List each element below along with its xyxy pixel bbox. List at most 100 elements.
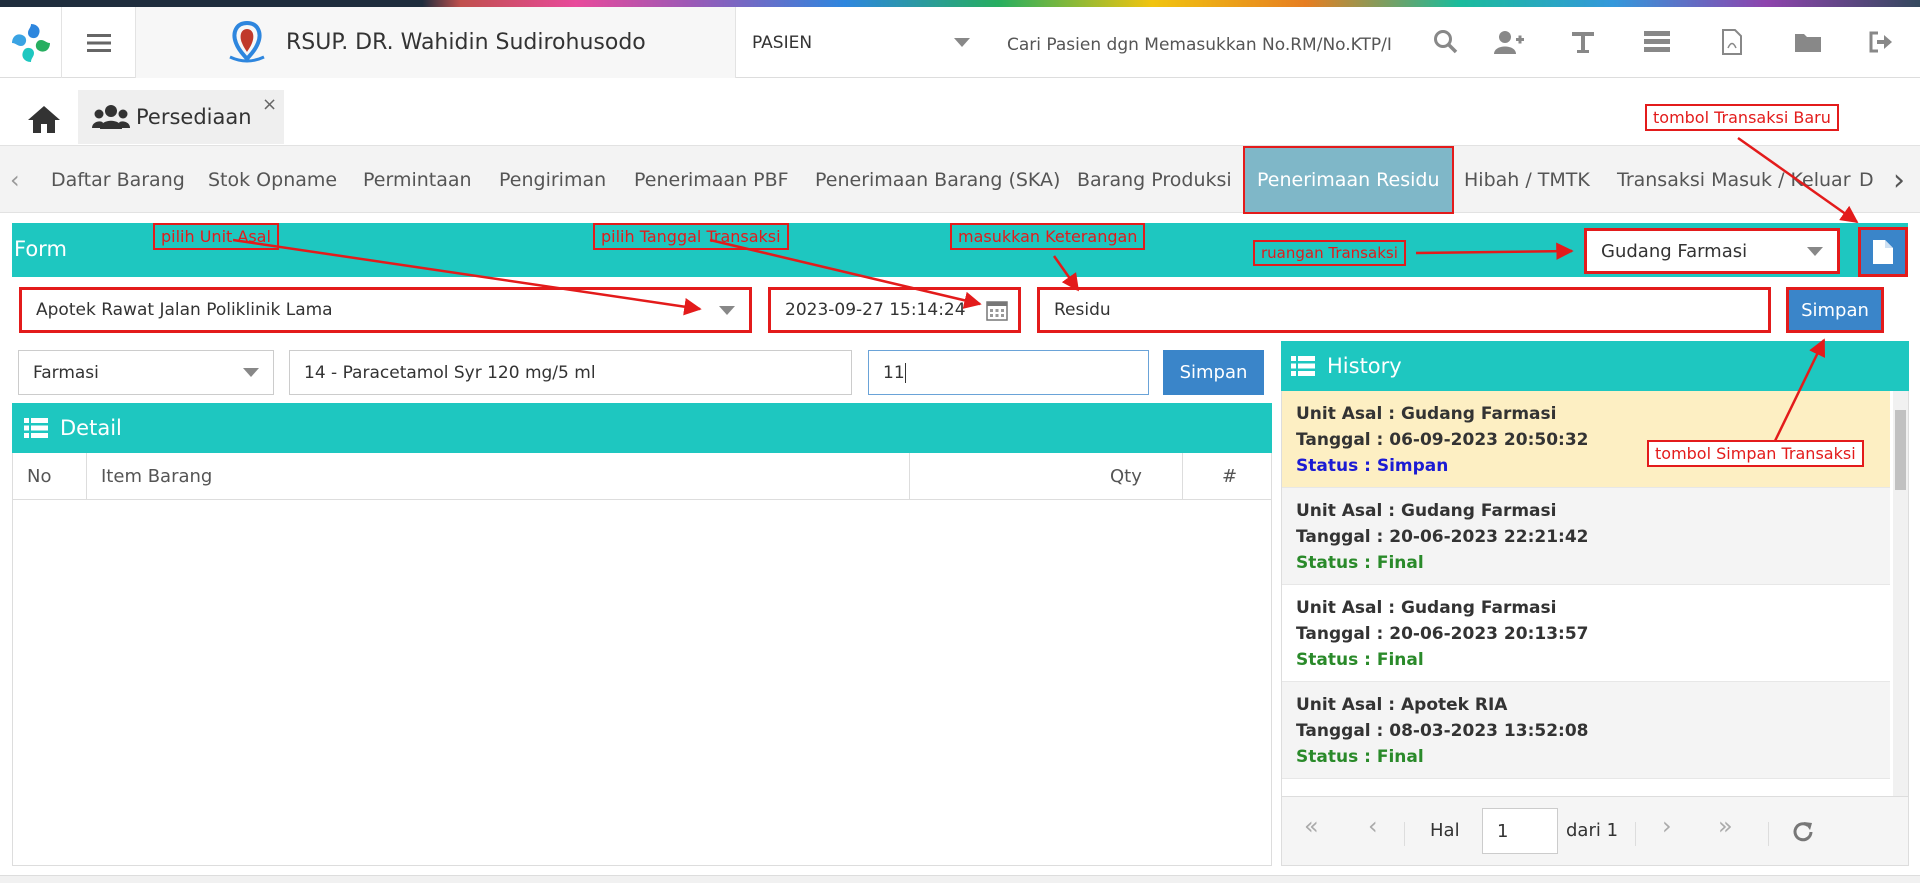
history-date: Tanggal : 20-06-2023 22:21:42: [1296, 527, 1589, 547]
pdf-button[interactable]: [1717, 27, 1747, 57]
history-status: Status : Final: [1296, 650, 1424, 670]
nav-prev-icon[interactable]: ‹: [10, 146, 20, 214]
search-button[interactable]: [1431, 27, 1461, 57]
new-transaction-button[interactable]: [1858, 227, 1908, 277]
column-no: No: [27, 465, 52, 487]
barang-value: 14 - Paracetamol Syr 120 mg/5 ml: [304, 362, 596, 383]
first-page-icon[interactable]: «: [1304, 812, 1319, 840]
patient-search-input[interactable]: Cari Pasien dgn Memasukkan No.RM/No.KTP/…: [1007, 35, 1407, 55]
nav-penerimaan-barang-ska[interactable]: Penerimaan Barang (SKA): [815, 146, 1060, 214]
form-title: Form: [14, 237, 67, 261]
annotation-simpan: tombol Simpan Transaksi: [1647, 440, 1864, 467]
ruangan-transaksi-value: Gudang Farmasi: [1601, 240, 1748, 262]
list-icon: [24, 418, 48, 438]
history-status: Status : Final: [1296, 553, 1424, 573]
color-strip: [0, 0, 1920, 7]
qty-input[interactable]: 11: [868, 350, 1149, 395]
unit-asal-value: Apotek Rawat Jalan Poliklinik Lama: [36, 300, 333, 320]
refresh-button[interactable]: [1791, 820, 1815, 848]
nav-pengiriman[interactable]: Pengiriman: [499, 146, 606, 214]
search-icon: [1434, 30, 1458, 54]
page-input[interactable]: 1: [1482, 808, 1558, 854]
kategori-value: Farmasi: [33, 362, 99, 383]
prev-page-icon[interactable]: ‹: [1368, 812, 1378, 840]
nav-stok-opname[interactable]: Stok Opname: [208, 146, 337, 214]
hamburger-menu[interactable]: [62, 7, 136, 78]
list-icon: [1644, 31, 1670, 52]
ruangan-transaksi-select[interactable]: Gudang Farmasi: [1584, 228, 1840, 274]
column-qty: Qty: [1110, 465, 1142, 487]
nav-next-icon[interactable]: ›: [1893, 146, 1905, 214]
pdf-icon: [1722, 29, 1742, 55]
unit-asal-select[interactable]: Apotek Rawat Jalan Poliklinik Lama: [19, 287, 752, 333]
pager-divider: [1635, 822, 1636, 846]
column-divider: [909, 453, 910, 499]
new-file-icon: [1873, 240, 1893, 264]
history-scroll-thumb[interactable]: [1895, 410, 1906, 490]
app-logo-icon: [9, 21, 52, 64]
keterangan-input[interactable]: Residu: [1037, 287, 1771, 333]
history-status: Status : Final: [1296, 747, 1424, 767]
logout-icon: [1869, 31, 1892, 53]
hospital-brand: RSUP. DR. Wahidin Sudirohusodo: [136, 7, 736, 78]
nav-permintaan[interactable]: Permintaan: [363, 146, 472, 214]
history-title: History: [1327, 354, 1402, 378]
keterangan-value: Residu: [1054, 300, 1111, 320]
patient-type-select[interactable]: PASIEN: [736, 7, 986, 78]
simpan-transaksi-button[interactable]: Simpan: [1786, 287, 1884, 333]
history-item[interactable]: Unit Asal : Apotek RIA Tanggal : 08-03-2…: [1282, 682, 1890, 779]
user-plus-icon: [1494, 31, 1524, 54]
tab-close-button[interactable]: ×: [262, 94, 277, 115]
annotation-baru: tombol Transaksi Baru: [1645, 104, 1839, 131]
detail-title: Detail: [60, 416, 122, 440]
nav-hibah-tmtk[interactable]: Hibah / TMTK: [1464, 146, 1590, 214]
calendar-icon[interactable]: [986, 299, 1008, 321]
history-unit: Unit Asal : Gudang Farmasi: [1296, 404, 1557, 424]
column-divider: [1182, 453, 1183, 499]
nav-daftar-barang[interactable]: Daftar Barang: [51, 146, 185, 214]
nav-truncated-item[interactable]: D: [1859, 146, 1874, 214]
simpan-item-button[interactable]: Simpan: [1163, 350, 1264, 395]
column-item-barang: Item Barang: [101, 465, 213, 487]
history-item[interactable]: Unit Asal : Gudang Farmasi Tanggal : 20-…: [1282, 585, 1890, 682]
chevron-down-icon: [1807, 246, 1823, 256]
hospital-name: RSUP. DR. Wahidin Sudirohusodo: [286, 30, 646, 55]
tab-persediaan[interactable]: Persediaan: [78, 90, 284, 144]
tab-persediaan-label: Persediaan: [136, 105, 252, 129]
nav-transaksi-masuk-keluar[interactable]: Transaksi Masuk / Keluar: [1617, 146, 1851, 214]
history-item[interactable]: Unit Asal : Gudang Farmasi Tanggal : 20-…: [1282, 488, 1890, 585]
nav-barang-produksi[interactable]: Barang Produksi: [1077, 146, 1232, 214]
detail-header: Detail: [12, 403, 1272, 453]
home-icon: [28, 106, 60, 133]
annotation-tanggal: pilih Tanggal Transaksi: [593, 223, 789, 250]
nav-penerimaan-residu[interactable]: Penerimaan Residu: [1243, 146, 1454, 214]
pager-divider: [1404, 822, 1405, 846]
annotation-ruangan: ruangan Transaksi: [1253, 240, 1406, 266]
column-action: #: [1222, 465, 1238, 487]
module-nav: ‹ Daftar Barang Stok Opname Permintaan P…: [0, 145, 1920, 214]
tanggal-transaksi-input[interactable]: 2023-09-27 15:14:24: [768, 287, 1021, 333]
annotation-keterangan: masukkan Keterangan: [950, 223, 1146, 250]
hamburger-icon: [86, 33, 111, 52]
home-button[interactable]: [20, 98, 68, 140]
logout-button[interactable]: [1866, 27, 1896, 57]
barang-input[interactable]: 14 - Paracetamol Syr 120 mg/5 ml: [289, 350, 852, 395]
history-date: Tanggal : 08-03-2023 13:52:08: [1296, 721, 1589, 741]
add-patient-button[interactable]: [1494, 27, 1524, 57]
nav-penerimaan-pbf[interactable]: Penerimaan PBF: [634, 146, 789, 214]
history-unit: Unit Asal : Gudang Farmasi: [1296, 598, 1557, 618]
history-header: History: [1281, 341, 1909, 391]
text-button[interactable]: [1568, 27, 1598, 57]
text-icon: [1572, 32, 1594, 53]
patient-type-value: PASIEN: [752, 32, 813, 53]
kategori-select[interactable]: Farmasi: [18, 350, 274, 395]
refresh-icon: [1793, 822, 1813, 842]
detail-table: [12, 453, 1272, 866]
history-date: Tanggal : 20-06-2023 20:13:57: [1296, 624, 1589, 644]
app-logo[interactable]: [0, 7, 62, 78]
next-page-icon[interactable]: ›: [1662, 812, 1672, 840]
list-button[interactable]: [1642, 27, 1672, 57]
folder-button[interactable]: [1793, 27, 1823, 57]
text-cursor: [904, 362, 906, 383]
last-page-icon[interactable]: »: [1718, 812, 1733, 840]
